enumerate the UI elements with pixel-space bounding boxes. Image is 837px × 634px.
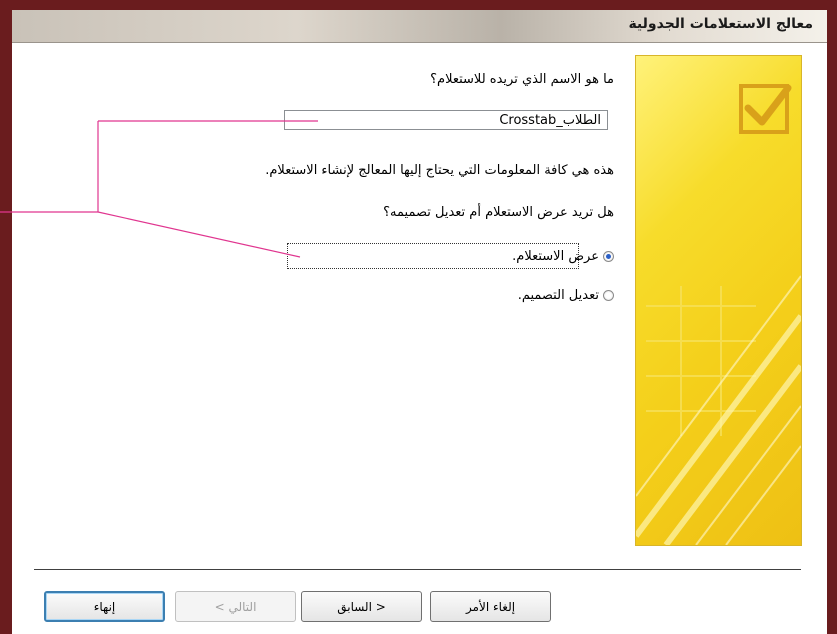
radio-button-unchecked[interactable]	[603, 290, 614, 301]
next-button[interactable]: التالي >	[175, 591, 296, 622]
button-separator	[34, 569, 801, 570]
radio-modify-design-label: تعديل التصميم.	[517, 288, 599, 303]
window-frame-top	[0, 0, 837, 10]
wizard-side-panel	[635, 55, 802, 546]
query-name-field[interactable]	[284, 110, 608, 130]
window-title: معالج الاستعلامات الجدولية	[628, 16, 813, 32]
info-text: هذه هي كافة المعلومات التي يحتاج إليها ا…	[265, 163, 614, 178]
window-frame-right	[827, 0, 837, 634]
back-button[interactable]: < السابق	[301, 591, 422, 622]
cancel-button[interactable]: إلغاء الأمر	[430, 591, 551, 622]
wizard-decoration-graphic	[636, 84, 801, 545]
radio-modify-design[interactable]: تعديل التصميم.	[518, 288, 614, 303]
finish-button[interactable]: إنهاء	[44, 591, 165, 622]
radio-view-query[interactable]: عرض الاستعلام.	[512, 249, 614, 264]
wizard-dialog: ما هو الاسم الذي تريده للاستعلام؟ هذه هي…	[12, 43, 827, 634]
title-bar[interactable]: معالج الاستعلامات الجدولية	[12, 10, 827, 43]
name-prompt: ما هو الاسم الذي تريده للاستعلام؟	[430, 72, 614, 87]
window-frame-left	[0, 0, 12, 634]
radio-button-checked[interactable]	[603, 251, 614, 262]
open-or-modify-question: هل تريد عرض الاستعلام أم تعديل تصميمه؟	[383, 205, 614, 220]
radio-view-query-label: عرض الاستعلام.	[512, 249, 599, 264]
